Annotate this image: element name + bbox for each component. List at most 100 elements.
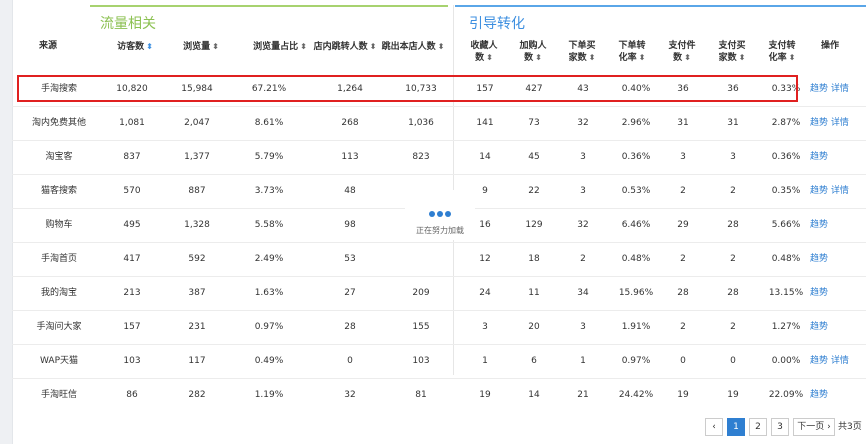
header-order-rate-line1: 下单转: [618, 41, 646, 51]
pay-items-cell: 3: [680, 152, 686, 162]
table-row: WAP天猫 103 117 0.49% 0 103 1 6 1 0.97% 0 …: [12, 345, 866, 379]
pay-rate-cell: 0.48%: [771, 254, 801, 264]
trend-link[interactable]: 趋势: [810, 356, 828, 366]
trend-link[interactable]: 趋势: [810, 118, 828, 128]
trend-link[interactable]: 趋势: [810, 220, 828, 230]
cart-cell: 45: [528, 152, 540, 162]
actions-cell: 趋势: [810, 311, 862, 344]
header-pay-buyers-line1: 支付买: [718, 41, 746, 51]
cart-cell: 11: [528, 288, 540, 298]
pv-ratio-cell: 1.19%: [254, 390, 284, 400]
conversion-section-title: 引导转化: [469, 16, 525, 32]
cart-cell: 20: [528, 322, 540, 332]
exit-cell: 1,036: [408, 118, 434, 128]
actions-cell: 趋势 详情: [810, 345, 862, 378]
header-order-rate[interactable]: 下单转 化率 ⬍: [612, 41, 652, 64]
exit-cell: 823: [412, 152, 430, 162]
header-order-buyers[interactable]: 下单买 家数 ⬍: [562, 41, 602, 64]
page-button-3[interactable]: 3: [771, 418, 789, 436]
header-cart[interactable]: 加购人数 ⬍: [513, 41, 553, 64]
actions-cell: 趋势: [810, 243, 862, 276]
header-order-buyers-line1: 下单买: [568, 41, 596, 51]
pay-buyers-cell: 19: [727, 390, 739, 400]
source-cell: 淘宝客: [45, 152, 73, 162]
sort-arrows-icon[interactable]: ⬍: [146, 41, 153, 52]
trend-link[interactable]: 趋势: [810, 84, 828, 94]
order-buyers-cell: 3: [580, 322, 586, 332]
trend-link[interactable]: 趋势: [810, 288, 828, 298]
traffic-section-underline: [90, 5, 448, 7]
pay-rate-cell: 22.09%: [768, 390, 804, 400]
pay-items-cell: 2: [680, 254, 686, 264]
pay-rate-cell: 0.36%: [771, 152, 801, 162]
pageviews-cell: 1,377: [184, 152, 210, 162]
order-buyers-cell: 32: [577, 118, 589, 128]
sort-arrows-icon[interactable]: ⬍: [438, 41, 445, 52]
pageviews-cell: 282: [188, 390, 206, 400]
pay-buyers-cell: 31: [727, 118, 739, 128]
exit-cell: 81: [415, 390, 427, 400]
order-buyers-cell: 32: [577, 220, 589, 230]
page-button-1[interactable]: 1: [727, 418, 745, 436]
source-cell: 我的淘宝: [40, 288, 77, 298]
page-button-2[interactable]: 2: [749, 418, 767, 436]
order-rate-cell: 1.91%: [621, 322, 651, 332]
sort-arrows-icon[interactable]: ⬍: [212, 41, 219, 52]
pv-ratio-cell: 3.73%: [254, 186, 284, 196]
trend-link[interactable]: 趋势: [810, 390, 828, 400]
trend-link[interactable]: 趋势: [810, 152, 828, 162]
store-jump-cell: 32: [344, 390, 356, 400]
table-row: 我的淘宝 213 387 1.63% 27 209 24 11 34 15.96…: [12, 277, 866, 311]
order-rate-cell: 2.96%: [621, 118, 651, 128]
pv-ratio-cell: 8.61%: [254, 118, 284, 128]
header-pay-items[interactable]: 支付件数 ⬍: [662, 41, 702, 64]
pageviews-cell: 2,047: [184, 118, 210, 128]
sort-arrows-icon[interactable]: ⬍: [684, 52, 691, 63]
loading-dot: [445, 211, 451, 217]
sort-arrows-icon[interactable]: ⬍: [789, 52, 796, 63]
pay-rate-cell: 5.66%: [771, 220, 801, 230]
pay-buyers-cell: 2: [730, 186, 736, 196]
pay-buyers-cell: 28: [727, 220, 739, 230]
header-visitors[interactable]: 访客数 ⬍: [100, 41, 170, 53]
pv-ratio-cell: 1.63%: [254, 288, 284, 298]
detail-link[interactable]: 详情: [831, 118, 849, 128]
loading-dot: [437, 211, 443, 217]
trend-link[interactable]: 趋势: [810, 322, 828, 332]
store-jump-cell: 48: [344, 186, 356, 196]
header-pageviews[interactable]: 浏览量 ⬍: [166, 41, 236, 53]
sort-arrows-icon[interactable]: ⬍: [535, 52, 542, 63]
header-visitors-label: 访客数: [117, 42, 145, 52]
actions-cell: 趋势: [810, 277, 862, 310]
detail-link[interactable]: 详情: [831, 84, 849, 94]
sort-arrows-icon[interactable]: ⬍: [589, 52, 596, 63]
next-page-button[interactable]: 下一页 ›: [793, 418, 835, 436]
sort-arrows-icon[interactable]: ⬍: [739, 52, 746, 63]
trend-link[interactable]: 趋势: [810, 186, 828, 196]
header-pay-rate[interactable]: 支付转 化率 ⬍: [762, 41, 802, 64]
header-store-jump[interactable]: 店内跳转人数 ⬍: [305, 41, 385, 53]
pageviews-cell: 117: [188, 356, 206, 366]
favorites-cell: 24: [479, 288, 491, 298]
sort-arrows-icon[interactable]: ⬍: [486, 52, 493, 63]
header-pay-buyers[interactable]: 支付买 家数 ⬍: [712, 41, 752, 64]
source-cell: WAP天猫: [40, 356, 78, 366]
table-row: 淘宝客 837 1,377 5.79% 113 823 14 45 3 0.36…: [12, 141, 866, 175]
header-favorites[interactable]: 收藏人数 ⬍: [464, 41, 504, 64]
detail-link[interactable]: 详情: [831, 356, 849, 366]
store-jump-cell: 0: [347, 356, 353, 366]
header-store-jump-label: 店内跳转人数: [313, 42, 368, 52]
prev-page-button[interactable]: ‹: [705, 418, 723, 436]
visitors-cell: 86: [126, 390, 138, 400]
actions-cell: 趋势: [810, 379, 862, 412]
sort-arrows-icon[interactable]: ⬍: [639, 52, 646, 63]
pv-ratio-cell: 0.49%: [254, 356, 284, 366]
order-rate-cell: 15.96%: [618, 288, 654, 298]
detail-link[interactable]: 详情: [831, 186, 849, 196]
favorites-cell: 14: [479, 152, 491, 162]
header-exit-label: 跳出本店人数: [381, 42, 436, 52]
visitors-cell: 417: [123, 254, 141, 264]
pv-ratio-cell: 0.97%: [254, 322, 284, 332]
header-exit[interactable]: 跳出本店人数 ⬍: [374, 41, 452, 53]
trend-link[interactable]: 趋势: [810, 254, 828, 264]
